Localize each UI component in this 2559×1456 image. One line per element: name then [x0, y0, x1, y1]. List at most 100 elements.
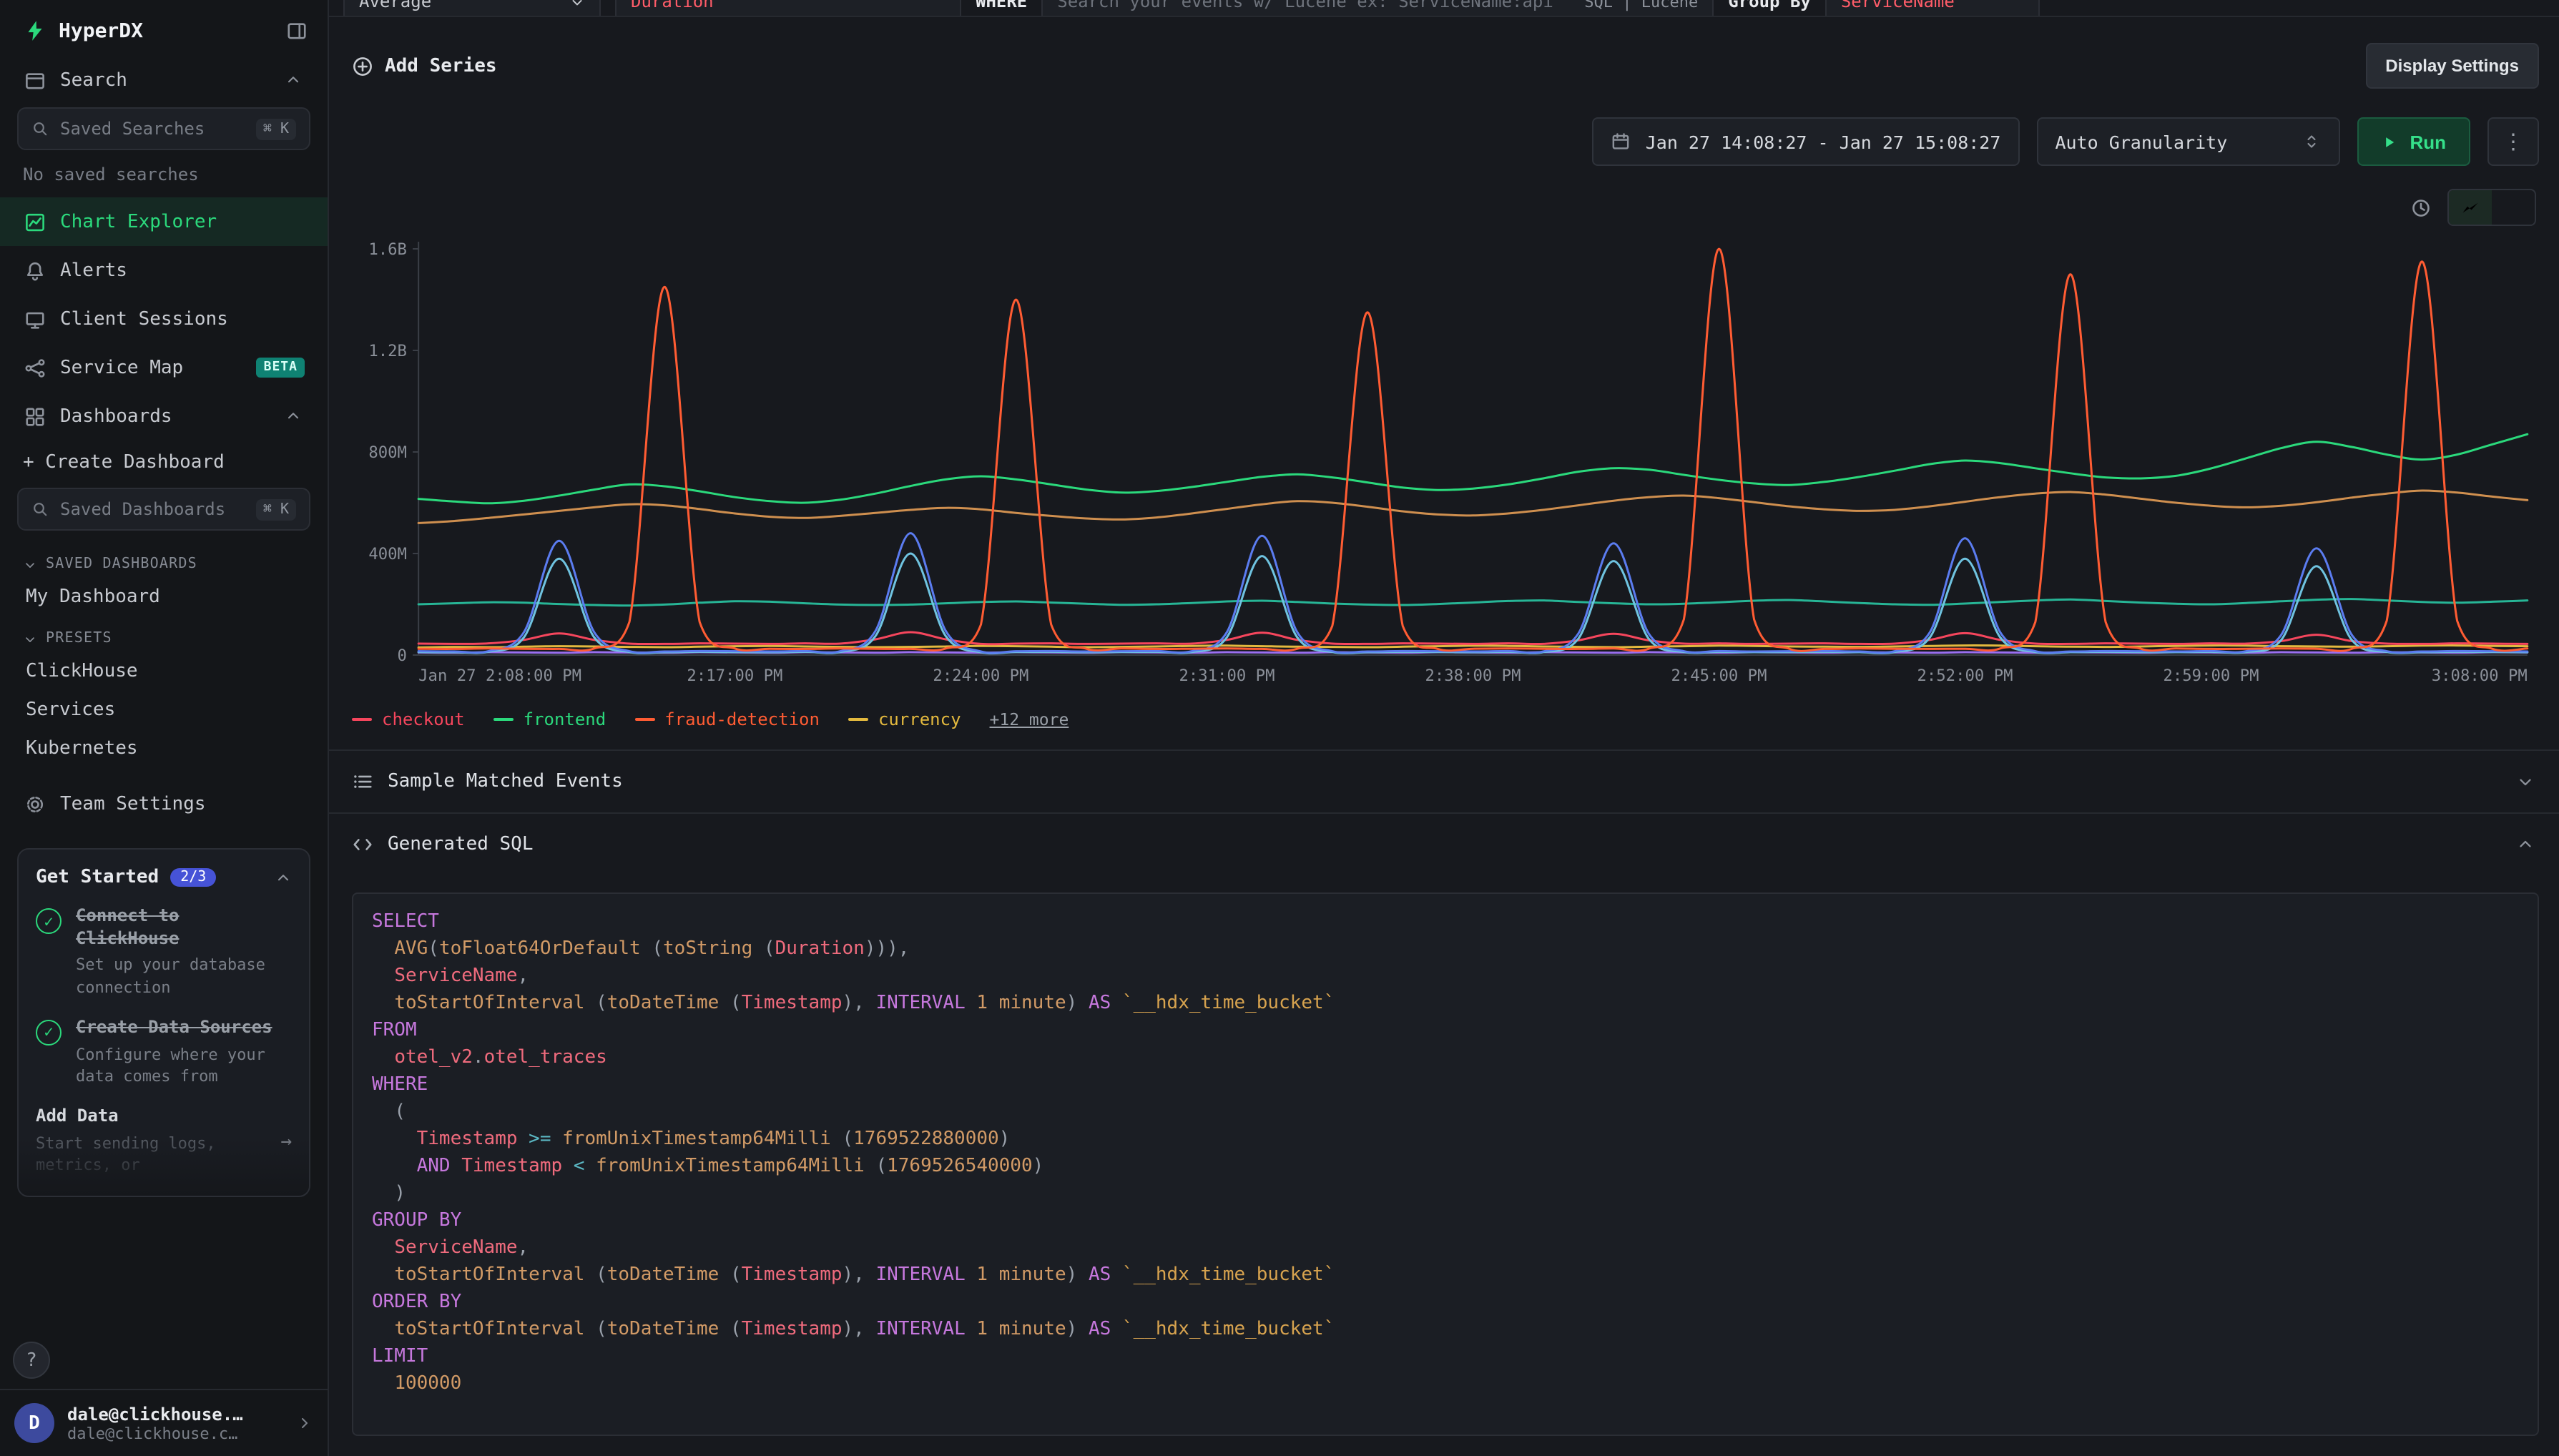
sidebar-item-services[interactable]: Services	[0, 691, 328, 729]
saved-dashboards-input[interactable]: Saved Dashboards ⌘ K	[17, 488, 310, 531]
query-toolbar: Average Duration WHERE Search your event…	[329, 0, 2559, 17]
code-icon	[352, 834, 373, 855]
sidebar-item-clickhouse[interactable]: ClickHouse	[0, 652, 328, 691]
display-settings-button[interactable]: Display Settings	[2365, 43, 2539, 89]
time-series-chart[interactable]: 0400M800M1.2B1.6BJan 27 2:08:00 PM2:17:0…	[329, 226, 2559, 695]
monitor-icon	[23, 308, 46, 330]
get-started-task[interactable]: Add Data Start sending logs, metrics, or…	[36, 1106, 292, 1177]
aggregation-select[interactable]: Average	[343, 0, 601, 17]
date-range-picker[interactable]: Jan 27 14:08:27 - Jan 27 15:08:27	[1593, 117, 2020, 166]
user-email: dale@clickhouse.c…	[67, 1424, 243, 1442]
search-icon	[31, 120, 49, 137]
gear-icon	[23, 792, 46, 815]
legend-item[interactable]: checkout	[352, 709, 465, 729]
chevron-up-icon[interactable]	[282, 405, 305, 428]
service-map-icon	[23, 356, 46, 379]
group-by-input[interactable]: ServiceName	[1825, 0, 2040, 17]
legend-item[interactable]: frontend	[493, 709, 606, 729]
chart-legend: checkout frontend fraud-detection currency +…	[329, 695, 2559, 749]
calendar-icon	[1611, 132, 1631, 152]
legend-item[interactable]: fraud-detection	[634, 709, 820, 729]
chevron-up-icon[interactable]	[282, 69, 305, 92]
chevron-up-down-icon	[2301, 132, 2321, 152]
svg-text:800M: 800M	[368, 443, 407, 462]
sidebar-item-dashboards[interactable]: Dashboards	[0, 392, 328, 441]
more-options-button[interactable]: ⋮	[2487, 117, 2539, 166]
sidebar-item-chart-explorer[interactable]: Chart Explorer	[0, 197, 328, 246]
list-icon	[352, 771, 373, 792]
legend-more-link[interactable]: +12 more	[990, 709, 1069, 729]
grid-icon	[23, 405, 46, 428]
sample-matched-events-row[interactable]: Sample Matched Events	[329, 749, 2559, 812]
user-menu[interactable]: D dale@clickhouse.… dale@clickhouse.c…	[0, 1389, 328, 1456]
search-input[interactable]: Search your events w/ Lucene ex: Service…	[1041, 0, 1714, 17]
run-button[interactable]: Run	[2357, 117, 2470, 166]
sidebar-item-label: Team Settings	[60, 793, 206, 815]
hyperdx-logo[interactable]: HyperDX	[23, 19, 143, 43]
generated-sql-row[interactable]: Generated SQL	[329, 812, 2559, 875]
brand-name: HyperDX	[59, 19, 143, 42]
svg-text:2:45:00 PM: 2:45:00 PM	[1671, 666, 1767, 685]
sidebar-item-my-dashboard[interactable]: My Dashboard	[0, 578, 328, 616]
presets-header[interactable]: PRESETS	[0, 616, 328, 652]
svg-text:Jan 27 2:08:00 PM: Jan 27 2:08:00 PM	[418, 666, 581, 685]
saved-searches-input[interactable]: Saved Searches ⌘ K	[17, 107, 310, 150]
saved-dashboards-placeholder: Saved Dashboards	[60, 499, 225, 519]
chevron-up-icon	[2515, 834, 2536, 855]
chevron-up-icon[interactable]	[275, 869, 292, 886]
sql-lucene-toggle[interactable]: SQL | Lucene	[1584, 0, 1698, 11]
sidebar-item-alerts[interactable]: Alerts	[0, 246, 328, 295]
chevron-down-icon	[23, 631, 37, 646]
get-started-card: Get Started 2/3 ✓ Connect to ClickHouse …	[17, 848, 310, 1196]
svg-text:2:59:00 PM: 2:59:00 PM	[2163, 666, 2259, 685]
app-root: HyperDX Search Saved Searches ⌘ K No sav…	[0, 0, 2559, 1456]
sidebar-item-label: Service Map	[60, 357, 183, 378]
get-started-task[interactable]: ✓ Connect to ClickHouse Set up your data…	[36, 905, 292, 998]
chart-line-icon	[23, 210, 46, 233]
user-name: dale@clickhouse.…	[67, 1404, 243, 1424]
sql-code[interactable]: SELECT AVG(toFloat64OrDefault (toString …	[352, 892, 2539, 1436]
check-circle-icon: ✓	[36, 1020, 62, 1046]
sidebar-item-search[interactable]: Search	[0, 56, 328, 104]
svg-text:400M: 400M	[368, 545, 407, 564]
saved-dashboards-header[interactable]: SAVED DASHBOARDS	[0, 542, 328, 578]
search-placeholder: Search your events w/ Lucene ex: Service…	[1057, 0, 1553, 11]
svg-text:2:52:00 PM: 2:52:00 PM	[1917, 666, 2013, 685]
search-icon	[31, 501, 49, 518]
sidebar-item-label: Client Sessions	[60, 308, 228, 330]
get-started-task[interactable]: ✓ Create Data Sources Configure where yo…	[36, 1017, 292, 1088]
sidebar: HyperDX Search Saved Searches ⌘ K No sav…	[0, 0, 329, 1456]
granularity-value: Auto Granularity	[2055, 131, 2227, 152]
line-chart-toggle-icon[interactable]	[2449, 190, 2492, 225]
main-content: Average Duration WHERE Search your event…	[329, 0, 2559, 1456]
sidebar-item-label: Dashboards	[60, 405, 172, 427]
check-circle-icon: ✓	[36, 908, 62, 934]
sidebar-item-label: Search	[60, 69, 127, 91]
get-started-title: Get Started	[36, 867, 159, 888]
sql-section: SELECT AVG(toFloat64OrDefault (toString …	[329, 875, 2559, 1456]
legend-item[interactable]: currency	[848, 709, 961, 729]
window-icon	[23, 69, 46, 92]
sidebar-item-kubernetes[interactable]: Kubernetes	[0, 729, 328, 768]
svg-text:0: 0	[398, 646, 407, 665]
bell-icon	[23, 259, 46, 282]
date-range-value: Jan 27 14:08:27 - Jan 27 15:08:27	[1646, 131, 2001, 152]
sidebar-item-client-sessions[interactable]: Client Sessions	[0, 295, 328, 343]
sidebar-item-team-settings[interactable]: Team Settings	[0, 779, 328, 828]
collapse-sidebar-icon[interactable]	[286, 20, 308, 41]
sidebar-item-service-map[interactable]: Service Map BETA	[0, 343, 328, 392]
add-series-button[interactable]: Add Series	[352, 55, 497, 77]
create-dashboard-button[interactable]: + Create Dashboard	[0, 441, 328, 485]
svg-text:2:38:00 PM: 2:38:00 PM	[1425, 666, 1521, 685]
granularity-select[interactable]: Auto Granularity	[2036, 117, 2339, 166]
chevron-right-icon	[296, 1415, 313, 1432]
bolt-icon	[23, 19, 47, 43]
svg-text:2:24:00 PM: 2:24:00 PM	[933, 666, 1028, 685]
help-button[interactable]: ?	[13, 1342, 50, 1379]
play-icon	[2381, 133, 2398, 150]
bar-chart-toggle-icon[interactable]	[2492, 190, 2535, 225]
field-input[interactable]: Duration	[615, 0, 961, 17]
sidebar-item-label: Alerts	[60, 260, 127, 281]
time-format-toggle-icon[interactable]	[2407, 196, 2433, 219]
no-saved-searches-text: No saved searches	[0, 162, 328, 197]
